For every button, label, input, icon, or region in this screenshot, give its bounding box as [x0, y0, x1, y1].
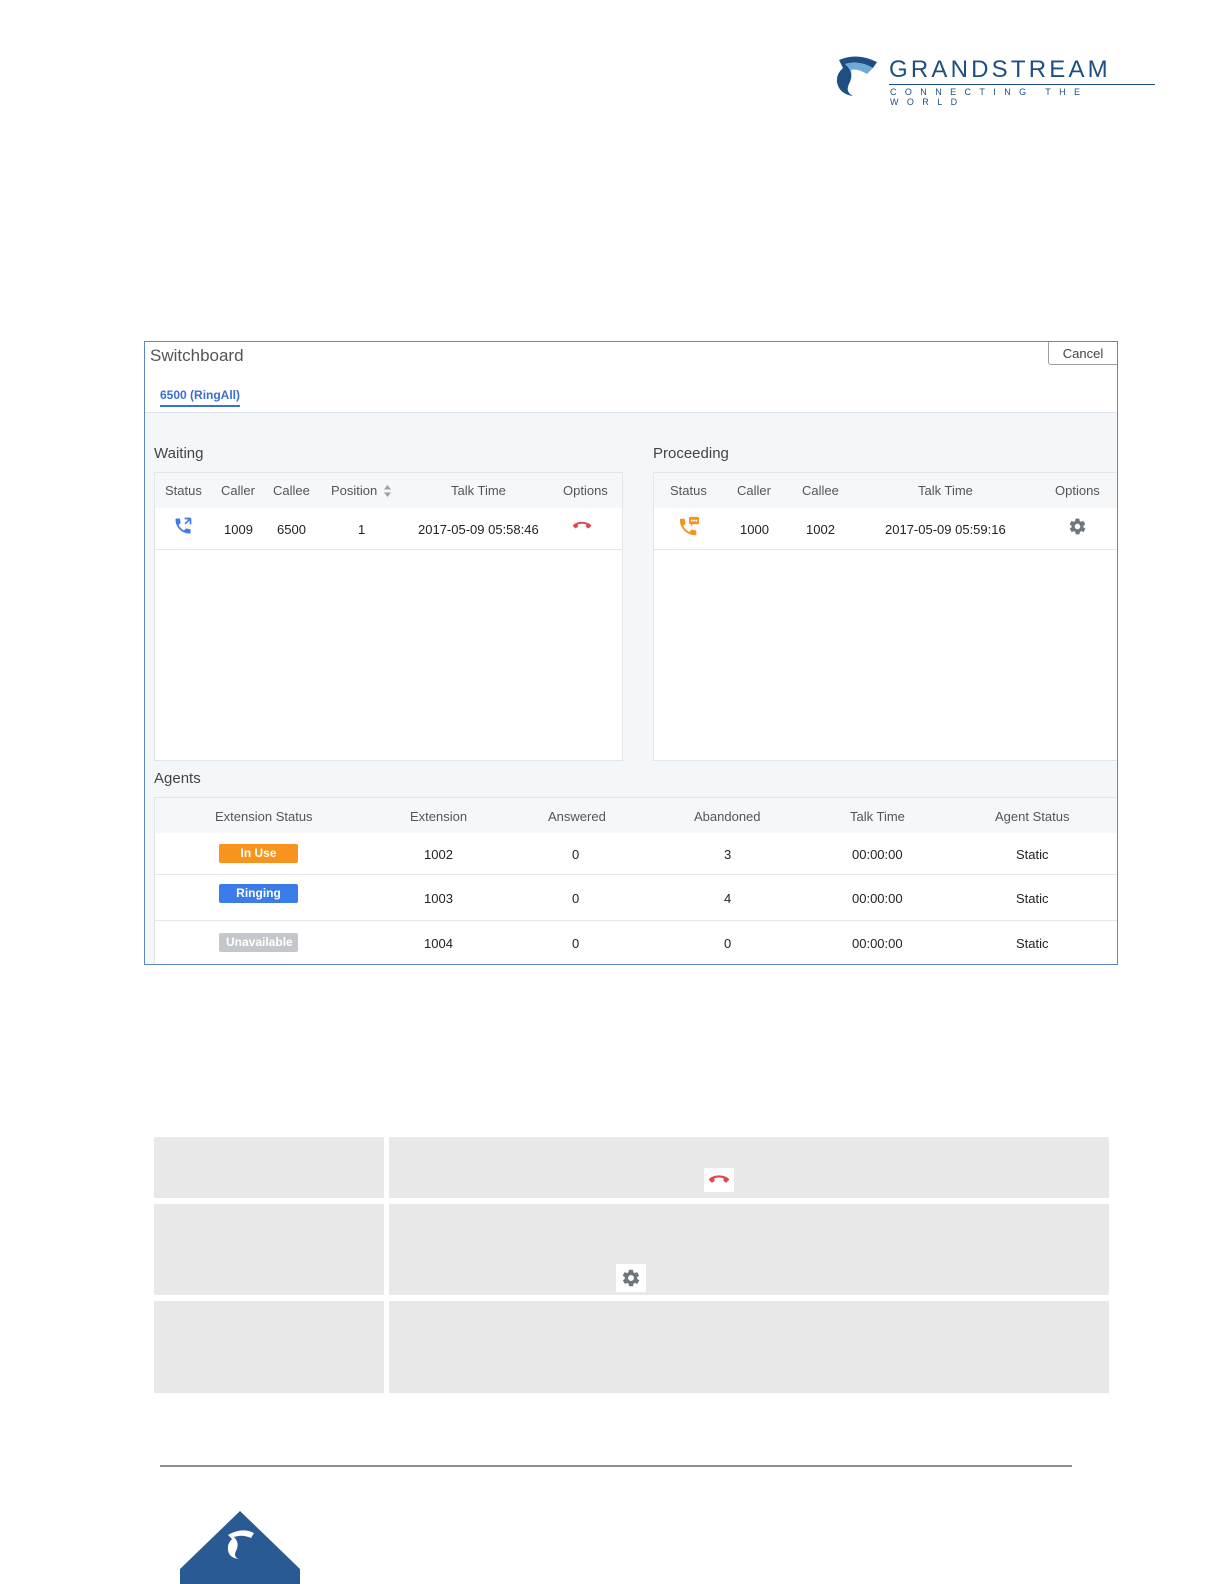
logo-rule [889, 84, 1155, 85]
proceeding-col-caller: Caller [737, 483, 771, 498]
agents-row-divider [155, 874, 1117, 875]
waiting-col-caller: Caller [221, 483, 255, 498]
description-table-label-cell [154, 1301, 384, 1393]
waiting-caller-cell: 1009 [224, 522, 253, 537]
description-table-content-cell [389, 1137, 1109, 1198]
description-table-label-cell [154, 1137, 384, 1198]
grandstream-logo-mark-icon [836, 56, 877, 96]
agents-col-answered: Answered [548, 809, 606, 824]
status-badge: In Use [219, 844, 298, 863]
waiting-position-cell: 1 [358, 522, 366, 537]
waiting-callee-cell: 6500 [277, 522, 306, 537]
agents-col-extension: Extension [410, 809, 468, 824]
agent-status-cell: Static [1016, 891, 1049, 906]
sort-icon[interactable] [383, 484, 392, 498]
footer-divider [160, 1465, 1072, 1467]
agent-talk-time-cell: 00:00:00 [852, 847, 903, 862]
gear-icon [622, 1269, 640, 1287]
logo-tagline: CONNECTING THE WORLD [890, 87, 1089, 107]
footer-logo-icon [180, 1511, 300, 1584]
hangup-icon [708, 1175, 730, 1183]
proceeding-panel [653, 472, 1117, 761]
agent-answered-cell: 0 [572, 891, 580, 906]
switchboard-dialog: Switchboard Cancel 6500 (RingAll) Waitin… [144, 341, 1118, 965]
proceeding-header-row [654, 473, 1117, 508]
gear-icon[interactable] [1068, 517, 1087, 536]
proceeding-talk-time-cell: 2017-05-09 05:59:16 [885, 522, 1006, 537]
status-badge: Unavailable [219, 933, 298, 952]
waiting-talk-time-cell: 2017-05-09 05:58:46 [418, 522, 539, 537]
dialog-header: Switchboard Cancel 6500 (RingAll) [145, 342, 1117, 413]
agent-answered-cell: 0 [572, 847, 580, 862]
description-table-label-cell [154, 1204, 384, 1295]
talking-call-icon [679, 516, 700, 536]
agent-abandoned-cell: 0 [724, 936, 732, 951]
waiting-col-options: Options [563, 483, 608, 498]
proceeding-col-talk-time: Talk Time [918, 483, 973, 498]
waiting-row-divider [155, 549, 622, 550]
agent-status-cell: Static [1016, 847, 1049, 862]
waiting-col-position[interactable]: Position [331, 483, 377, 498]
description-table-content-cell [389, 1301, 1109, 1393]
agent-answered-cell: 0 [572, 936, 580, 951]
waiting-col-talk-time: Talk Time [451, 483, 506, 498]
agents-col-talk-time: Talk Time [850, 809, 905, 824]
cancel-button[interactable]: Cancel [1048, 342, 1117, 365]
hangup-icon[interactable] [572, 519, 592, 533]
status-badge: Ringing [219, 884, 298, 903]
proceeding-callee-cell: 1002 [806, 522, 835, 537]
gear-icon-sample [616, 1264, 646, 1292]
grandstream-logo: GRANDSTREAM CONNECTING THE WORLD [833, 54, 1163, 107]
waiting-panel [154, 472, 623, 761]
proceeding-section-title: Proceeding [653, 445, 729, 462]
tab-6500-ringall[interactable]: 6500 (RingAll) [160, 388, 241, 407]
proceeding-row-divider [654, 549, 1117, 550]
proceeding-col-options: Options [1055, 483, 1100, 498]
agent-talk-time-cell: 00:00:00 [852, 936, 903, 951]
agent-talk-time-cell: 00:00:00 [852, 891, 903, 906]
agent-extension-cell: 1002 [424, 847, 453, 862]
proceeding-col-callee: Callee [802, 483, 839, 498]
incoming-call-icon [175, 517, 192, 534]
agents-col-extension-status: Extension Status [215, 809, 313, 824]
proceeding-col-status: Status [670, 483, 707, 498]
waiting-col-callee: Callee [273, 483, 310, 498]
waiting-section-title: Waiting [154, 445, 204, 462]
agent-status-cell: Static [1016, 936, 1049, 951]
agent-abandoned-cell: 3 [724, 847, 732, 862]
description-table-content-cell [389, 1204, 1109, 1295]
proceeding-caller-cell: 1000 [740, 522, 769, 537]
dialog-title: Switchboard [150, 346, 244, 365]
waiting-col-status: Status [165, 483, 202, 498]
agents-section-title: Agents [154, 770, 201, 787]
agents-col-agent-status: Agent Status [995, 809, 1070, 824]
agent-extension-cell: 1004 [424, 936, 453, 951]
logo-brand-text: GRANDSTREAM [889, 56, 1111, 83]
agent-abandoned-cell: 4 [724, 891, 732, 906]
agents-col-abandoned: Abandoned [694, 809, 761, 824]
agent-extension-cell: 1003 [424, 891, 453, 906]
hangup-icon-sample [704, 1168, 734, 1192]
agents-row-divider [155, 920, 1117, 921]
